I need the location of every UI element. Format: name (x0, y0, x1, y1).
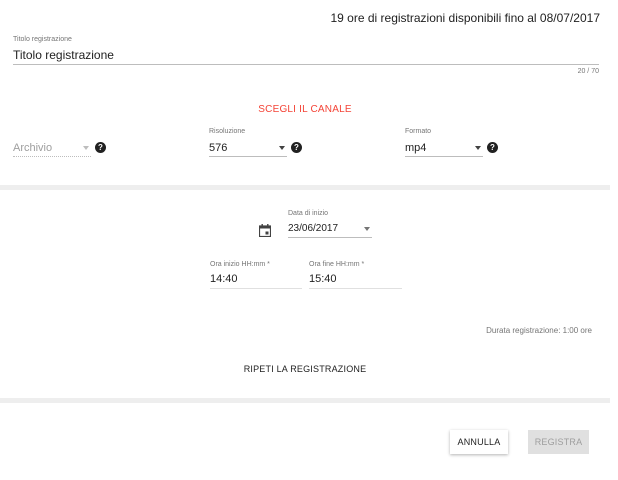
date-picker[interactable]: 23/06/2017 (288, 220, 372, 238)
resolution-select[interactable]: 576 (209, 139, 287, 157)
start-time-value: 14:40 (210, 273, 238, 285)
chevron-down-icon (364, 226, 370, 231)
resolution-select-value: 576 (209, 141, 228, 154)
repeat-recording-button[interactable]: RIPETI LA REGISTRAZIONE (0, 364, 610, 374)
format-select[interactable]: mp4 (405, 139, 483, 157)
archive-help-icon[interactable]: ? (95, 142, 106, 153)
chevron-down-icon (83, 145, 89, 150)
date-label: Data di inizio (288, 210, 329, 217)
start-time-label: Ora inizio HH:mm * (210, 261, 270, 268)
section-divider (0, 185, 610, 190)
resolution-help-icon[interactable]: ? (291, 142, 302, 153)
title-field-label: Titolo registrazione (13, 36, 72, 43)
hours-available-text: 19 ore di registrazioni disponibili fino… (330, 11, 600, 25)
chevron-down-icon (279, 145, 285, 150)
archive-select-value: Archivio (13, 141, 53, 154)
archive-select: Archivio (13, 139, 91, 157)
format-help-icon[interactable]: ? (487, 142, 498, 153)
end-time-value: 15:40 (309, 273, 337, 285)
end-time-label: Ora fine HH:mm * (309, 261, 365, 268)
calendar-icon[interactable] (259, 224, 271, 237)
section-divider (0, 398, 610, 403)
recording-duration-text: Durata registrazione: 1:00 ore (486, 326, 592, 335)
resolution-label: Risoluzione (209, 128, 246, 135)
date-value: 23/06/2017 (288, 223, 339, 234)
format-select-value: mp4 (405, 141, 427, 154)
record-button: REGISTRA (528, 430, 589, 454)
end-time-input[interactable]: 15:40 (309, 270, 402, 289)
cancel-button[interactable]: ANNULLA (450, 430, 508, 454)
format-label: Formato (405, 128, 432, 135)
title-input[interactable] (13, 45, 599, 65)
chevron-down-icon (475, 145, 481, 150)
start-time-input[interactable]: 14:40 (210, 270, 302, 289)
title-char-counter: 20 / 70 (577, 68, 599, 75)
choose-channel-button[interactable]: SCEGLI IL CANALE (0, 104, 610, 115)
